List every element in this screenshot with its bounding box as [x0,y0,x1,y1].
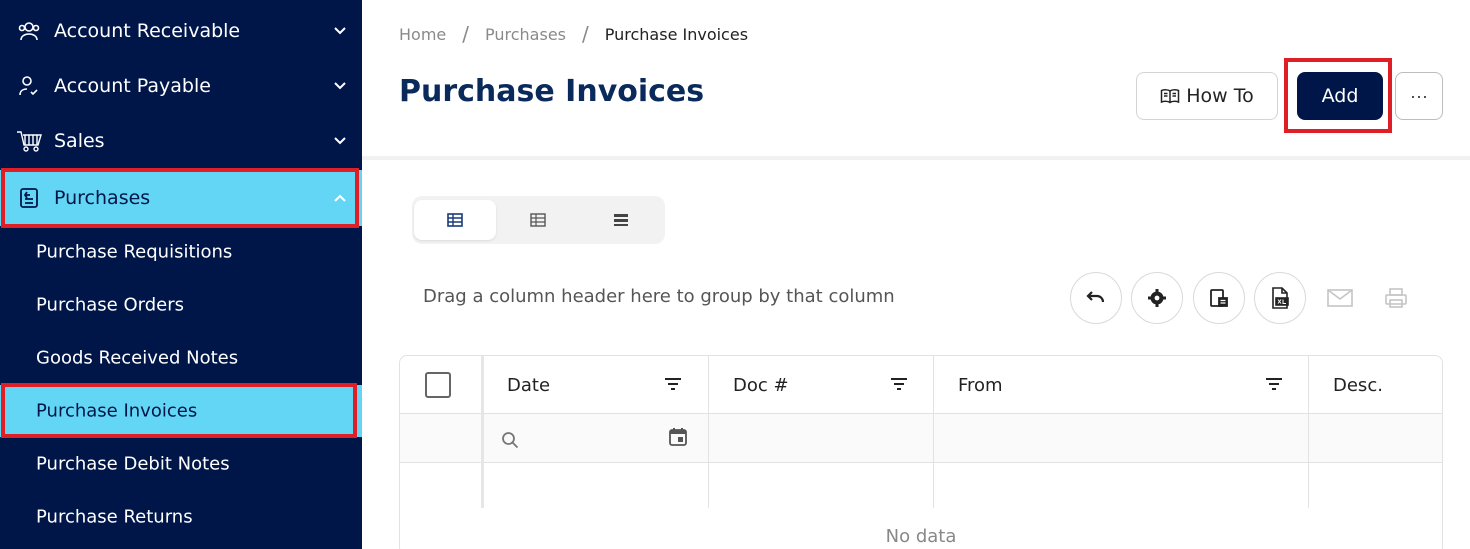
sidebar-item-label: Account Receivable [54,20,241,42]
sidebar-subitem-purchase-orders[interactable]: Purchase Orders [0,279,362,331]
header-divider [362,156,1470,160]
column-header-description[interactable]: Desc. [1309,356,1442,414]
sidebar-subitem-purchase-returns[interactable]: Purchase Returns [0,491,362,543]
chevron-down-icon [334,137,346,145]
how-to-button[interactable]: How To [1136,72,1278,120]
print-button[interactable] [1381,283,1411,313]
view-dense-button[interactable] [580,200,662,240]
excel-file-icon [1272,287,1289,309]
filter-icon[interactable] [664,376,682,392]
sidebar-subitem-label: Purchase Requisitions [36,241,233,263]
breadcrumb-separator: / [582,22,589,46]
undo-button[interactable] [1070,272,1122,324]
how-to-label: How To [1186,85,1254,107]
column-chooser-button[interactable] [1193,272,1245,324]
group-by-hint: Drag a column header here to group by th… [423,286,895,307]
ellipsis-icon: ··· [1410,85,1428,106]
breadcrumb-purchases[interactable]: Purchases [485,25,566,44]
view-mode-toggle [412,196,665,244]
breadcrumb-separator: / [462,22,469,46]
column-header-label: Doc # [733,374,789,396]
column-header-doc-number[interactable]: Doc # [709,356,933,414]
chevron-up-icon [334,194,346,202]
sidebar-subitem-goods-received-notes[interactable]: Goods Received Notes [0,332,362,384]
column-header-from[interactable]: From [934,356,1308,414]
table-dense-icon [614,214,628,226]
mail-icon [1327,289,1353,307]
column-chooser-icon [1210,289,1228,307]
settings-button[interactable] [1131,272,1183,324]
column-header-label: Desc. [1333,374,1383,396]
filter-icon[interactable] [890,376,908,392]
cart-icon [16,128,42,154]
breadcrumb: Home / Purchases / Purchase Invoices [399,22,748,46]
sidebar-subitem-label: Purchase Debit Notes [36,453,230,475]
column-header-label: Date [507,374,551,396]
sidebar-item-account-receivable[interactable]: Account Receivable [0,4,362,58]
no-data-message: No data [885,526,957,547]
sidebar-subitem-label: Purchase Orders [36,294,184,316]
sidebar-item-label: Sales [54,130,105,152]
sidebar-subitem-label: Purchase Invoices [36,400,198,422]
printer-icon [1385,288,1407,308]
sidebar-subitem-label: Goods Received Notes [36,347,239,369]
sidebar-item-sales[interactable]: Sales [0,114,362,168]
sidebar-subitem-purchase-debit-notes[interactable]: Purchase Debit Notes [0,438,362,490]
grid-filter-row [400,414,1442,463]
calendar-icon[interactable] [668,427,688,447]
sidebar-subitem-purchase-invoices[interactable]: Purchase Invoices [0,385,362,437]
sidebar-item-account-payable[interactable]: Account Payable [0,59,362,113]
breadcrumb-home[interactable]: Home [399,25,446,44]
sidebar-item-purchases[interactable]: Purchases [0,170,362,226]
sidebar: Account Receivable Account Payable Sales… [0,0,362,549]
user-check-icon [16,73,42,99]
page-title: Purchase Invoices [399,74,705,109]
add-button[interactable]: Add [1297,72,1383,120]
view-compact-button[interactable] [497,200,579,240]
sidebar-item-label: Purchases [54,187,151,209]
sidebar-subitem-label: Purchase Returns [36,506,193,528]
email-button[interactable] [1325,283,1355,313]
table-view-icon [447,213,463,227]
more-options-button[interactable]: ··· [1395,72,1443,120]
column-header-date[interactable]: Date [484,356,708,414]
users-icon [16,18,42,44]
export-excel-button[interactable] [1254,272,1306,324]
book-icon [1161,89,1180,104]
column-header-label: From [958,374,1003,396]
view-standard-button[interactable] [414,200,496,240]
chevron-down-icon [334,82,346,90]
data-grid: Date Doc # From Desc. No data [399,355,1443,549]
purchases-icon [16,185,42,211]
undo-icon [1086,291,1105,303]
table-compact-icon [530,213,546,227]
chevron-down-icon [334,27,346,35]
search-icon [502,432,519,449]
breadcrumb-current: Purchase Invoices [604,24,749,44]
select-all-checkbox[interactable] [425,372,451,398]
filter-icon[interactable] [1265,376,1283,392]
sidebar-subitem-purchase-requisitions[interactable]: Purchase Requisitions [0,226,362,278]
sidebar-item-label: Account Payable [54,75,211,97]
gear-icon [1148,289,1166,307]
